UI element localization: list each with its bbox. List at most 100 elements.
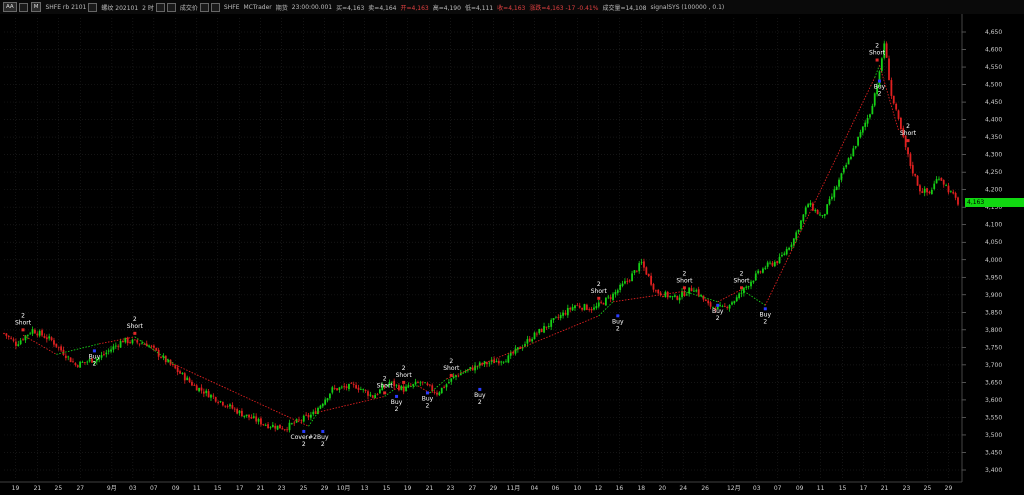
buy-signal-marker bbox=[425, 391, 429, 395]
candle-body bbox=[497, 360, 500, 364]
signal-label: Buy bbox=[391, 399, 403, 406]
candle-body bbox=[526, 339, 529, 344]
trading-chart-window: AA M SHFE rb 2101 螺纹 202101 2 时 成交价 SHFE… bbox=[0, 0, 1024, 495]
candle-body bbox=[117, 345, 120, 347]
candle-body bbox=[293, 422, 296, 424]
resolution: 2 时 bbox=[142, 4, 154, 12]
candle-body bbox=[447, 382, 450, 384]
candle-body bbox=[871, 105, 874, 115]
candle-body bbox=[305, 414, 308, 416]
candle-body bbox=[86, 361, 89, 363]
candle-body bbox=[821, 215, 824, 216]
candle-body bbox=[103, 354, 105, 355]
x-tick-label: 07 bbox=[774, 485, 782, 492]
candle-body bbox=[41, 330, 43, 336]
candle-body bbox=[276, 425, 279, 430]
candle-body bbox=[590, 308, 593, 311]
candle-body bbox=[10, 337, 13, 339]
candle-body bbox=[557, 317, 560, 319]
candle-body bbox=[36, 333, 39, 336]
pin-icon[interactable] bbox=[199, 2, 209, 12]
candle-body bbox=[564, 312, 567, 315]
candle-body bbox=[762, 268, 764, 273]
signal-qty: 2 bbox=[875, 43, 879, 50]
candle-body bbox=[926, 188, 928, 193]
x-tick-label: 17 bbox=[236, 485, 244, 492]
candle-body bbox=[181, 372, 184, 374]
y-tick-label: 4,500 bbox=[985, 82, 1002, 89]
candle-body bbox=[29, 333, 32, 335]
signal-label: Short bbox=[377, 382, 394, 389]
candle-body bbox=[861, 126, 864, 133]
candle-body bbox=[186, 377, 189, 381]
candle-body bbox=[809, 202, 812, 206]
candle-body bbox=[271, 424, 274, 428]
candle-body bbox=[576, 304, 579, 306]
candle-body bbox=[921, 191, 924, 194]
candle-body bbox=[255, 416, 258, 422]
x-tick-label: 19 bbox=[12, 485, 20, 492]
y-tick-label: 3,700 bbox=[985, 362, 1002, 369]
candle-body bbox=[609, 297, 612, 299]
chart-icon[interactable] bbox=[88, 2, 98, 12]
candle-body bbox=[362, 388, 365, 390]
candlestick-chart[interactable]: 3,400 3,450 3,500 3,550 3,600 3,650 3,700 3,750… bbox=[0, 14, 1024, 495]
m-button[interactable]: M bbox=[30, 2, 42, 12]
candle-body bbox=[119, 341, 122, 348]
window-icon[interactable] bbox=[18, 2, 28, 12]
candle-body bbox=[307, 414, 310, 418]
symbol-name: SHFE rb 2101 bbox=[45, 3, 87, 11]
candle-body bbox=[581, 307, 584, 310]
candle-body bbox=[900, 117, 902, 129]
price-plot-area[interactable]: 3,400 3,450 3,500 3,550 3,600 3,650 3,700 3,750… bbox=[0, 14, 1002, 492]
candle-body bbox=[540, 328, 543, 333]
candle-body bbox=[76, 365, 79, 367]
x-tick-label: 12月 bbox=[727, 485, 741, 492]
buy-signal-marker bbox=[616, 314, 620, 318]
candle-body bbox=[238, 410, 241, 414]
candle-body bbox=[169, 359, 172, 365]
candle-body bbox=[100, 355, 103, 358]
y-tick-label: 4,550 bbox=[985, 64, 1002, 71]
candle-body bbox=[685, 294, 688, 296]
candle-body bbox=[364, 389, 367, 391]
candle-body bbox=[859, 132, 862, 138]
candle-body bbox=[359, 389, 362, 390]
x-tick-label: 21 bbox=[881, 485, 889, 492]
indicator-icon[interactable] bbox=[166, 2, 176, 12]
signal-qty: 2 bbox=[302, 441, 306, 448]
aa-button[interactable]: AA bbox=[3, 2, 17, 12]
candle-body bbox=[538, 329, 541, 334]
low-price: 低=4,111 bbox=[464, 4, 494, 12]
candle-body bbox=[911, 165, 914, 174]
candle-body bbox=[676, 295, 679, 300]
candle-body bbox=[721, 306, 724, 307]
signal-qty: 2 bbox=[395, 406, 399, 413]
candle-body bbox=[38, 330, 41, 336]
candle-body bbox=[105, 352, 108, 355]
buy-signal-marker bbox=[395, 394, 399, 398]
candle-body bbox=[24, 335, 27, 341]
candle-body bbox=[509, 352, 512, 356]
candle-body bbox=[426, 383, 429, 386]
settings-icon[interactable] bbox=[155, 2, 165, 12]
buy-signal-marker bbox=[763, 307, 767, 311]
candle-body bbox=[854, 146, 857, 148]
candle-body bbox=[583, 304, 586, 311]
link-icon[interactable] bbox=[210, 2, 220, 12]
x-tick-label: 03 bbox=[129, 485, 137, 492]
candle-body bbox=[329, 393, 331, 399]
candle-body bbox=[873, 93, 876, 106]
candle-body bbox=[210, 394, 212, 398]
buy-signal-marker bbox=[478, 387, 482, 391]
candle-body bbox=[781, 255, 783, 257]
candle-body bbox=[647, 273, 650, 277]
signal-qty: 2 bbox=[321, 441, 325, 448]
candle-body bbox=[212, 395, 215, 397]
signal-qty: 2 bbox=[449, 358, 453, 365]
candle-body bbox=[324, 399, 327, 405]
candle-body bbox=[112, 346, 115, 350]
candle-body bbox=[783, 253, 786, 255]
open-price: 开=4,163 bbox=[400, 4, 429, 12]
candle-body bbox=[512, 352, 515, 354]
